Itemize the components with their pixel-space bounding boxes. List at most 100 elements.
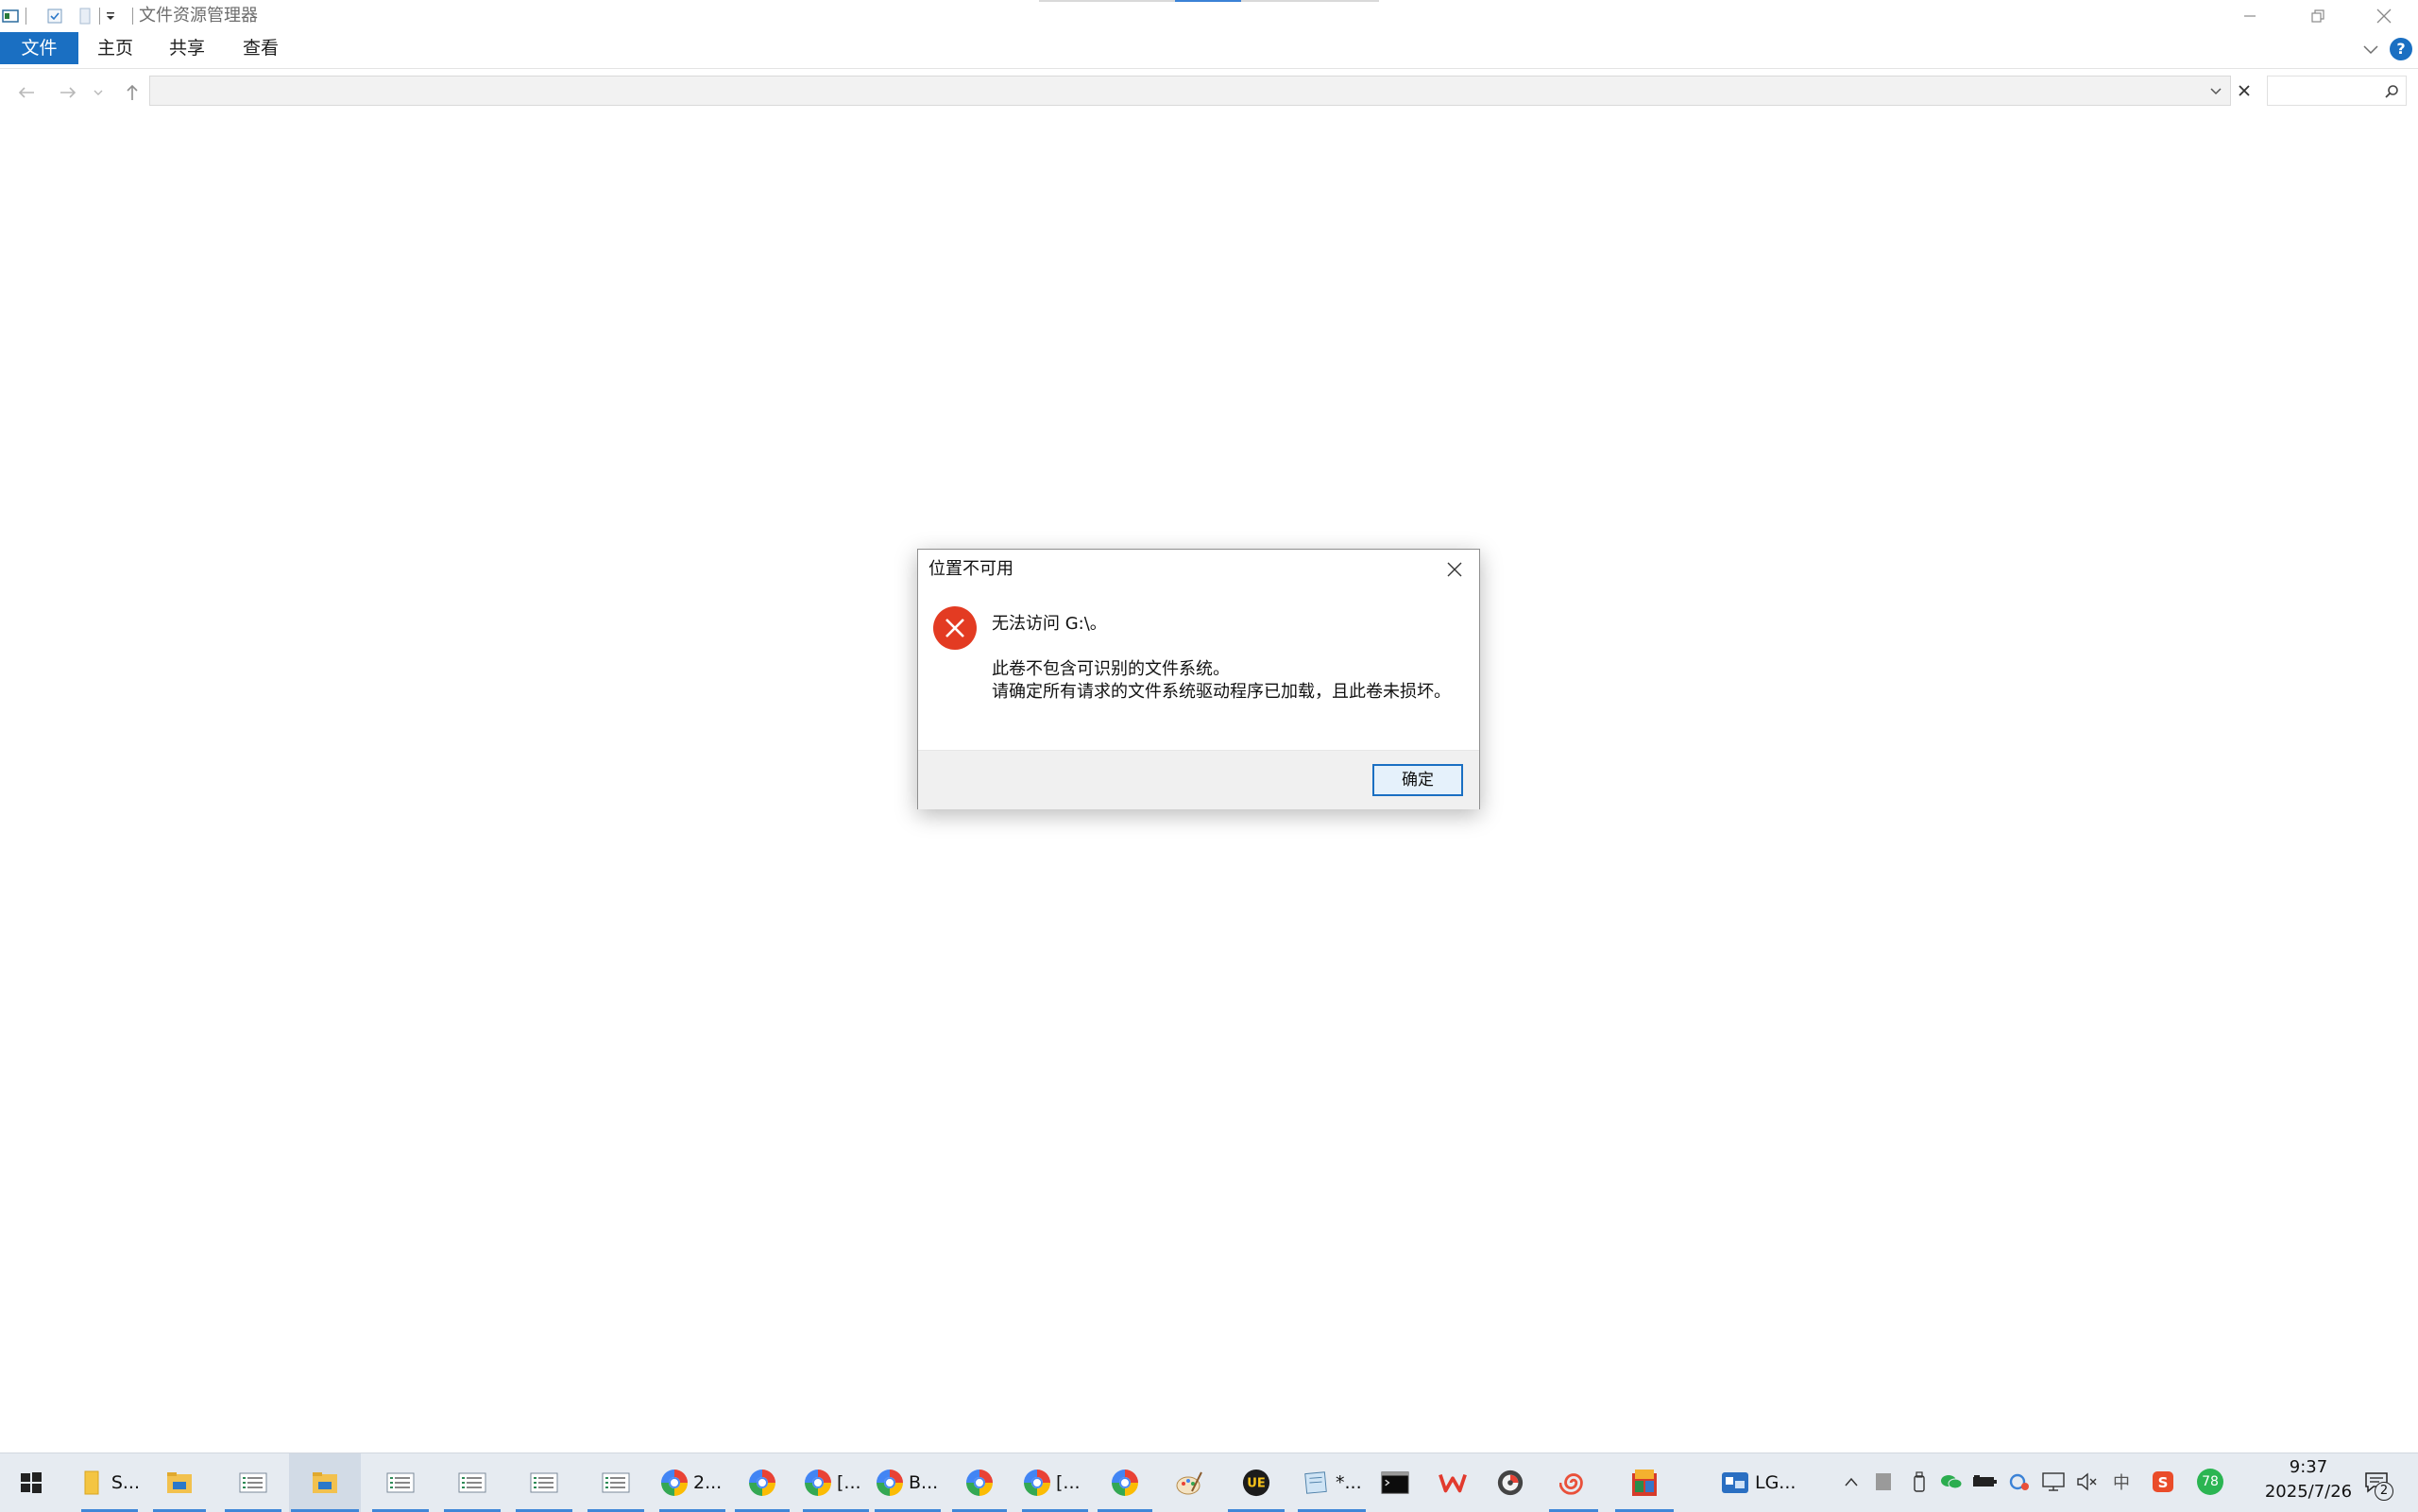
window-title: 文件资源管理器 [139, 6, 258, 25]
usb-drive-icon[interactable] [1906, 1469, 1933, 1495]
disk-tool-icon [1496, 1469, 1524, 1497]
arrow-up-icon [127, 84, 138, 100]
sogou-input-icon[interactable]: S [2150, 1469, 2176, 1495]
taskbar-item-chrome[interactable] [950, 1453, 1009, 1512]
error-detail-line-1: 此卷不包含可识别的文件系统。 [992, 659, 1230, 679]
taskbar-item-file-explorer[interactable] [151, 1453, 208, 1512]
search-box[interactable] [2267, 76, 2407, 106]
forward-button[interactable] [55, 79, 81, 106]
start-button[interactable] [17, 1453, 55, 1512]
taskbar-item-chrome[interactable]: [... [801, 1453, 871, 1512]
document-list-icon [239, 1469, 267, 1497]
address-bar[interactable] [149, 76, 2231, 106]
notification-count-badge: 2 [2375, 1482, 2393, 1501]
file-explorer-icon [165, 1469, 194, 1497]
tray-app-icon[interactable] [1870, 1469, 1897, 1495]
title-bar: 文件资源管理器 [0, 0, 2418, 32]
taskbar: S... 2... [... B... [... UE *... LG... 中… [0, 1453, 2418, 1512]
taskbar-item-disk-tool[interactable] [1487, 1453, 1534, 1512]
taskbar-item-document[interactable] [586, 1453, 646, 1512]
search-icon[interactable] [2381, 81, 2402, 102]
ime-label: 中 [2113, 1473, 2130, 1493]
show-hidden-icons-button[interactable] [1838, 1469, 1865, 1495]
ok-button[interactable]: 确定 [1372, 764, 1463, 796]
recent-locations-button[interactable] [91, 79, 106, 106]
address-history-button[interactable] [2205, 81, 2226, 102]
minimize-button[interactable] [2216, 0, 2284, 32]
security-app-icon[interactable]: 78 [2197, 1469, 2223, 1495]
ultraedit-icon: UE [1242, 1469, 1270, 1497]
taskbar-item-file-explorer-active[interactable] [289, 1453, 361, 1512]
sync-cloud-icon[interactable] [2006, 1469, 2033, 1495]
battery-icon[interactable] [1972, 1469, 1999, 1495]
close-icon [2239, 85, 2250, 96]
taskbar-item-chrome[interactable]: B... [873, 1453, 943, 1512]
up-button[interactable] [119, 79, 145, 106]
app-window-icon[interactable] [0, 6, 21, 26]
ribbon: 文件 主页 共享 查看 ? [0, 32, 2418, 69]
chevron-down-icon [2363, 45, 2378, 55]
taskbar-item-chrome[interactable]: [... [1020, 1453, 1090, 1512]
help-button[interactable]: ? [2390, 38, 2412, 60]
expand-ribbon-button[interactable] [2359, 38, 2382, 60]
taskbar-item-chrome[interactable] [733, 1453, 792, 1512]
tab-home[interactable]: 主页 [79, 32, 151, 64]
taskbar-item-document[interactable] [442, 1453, 502, 1512]
wechat-icon[interactable] [1938, 1469, 1965, 1495]
arrow-right-icon [60, 87, 77, 98]
restore-icon [2311, 9, 2324, 23]
close-icon [2376, 8, 2392, 24]
tab-view[interactable]: 查看 [223, 32, 298, 64]
taskbar-item-document[interactable] [370, 1453, 431, 1512]
paint-icon [1175, 1469, 1203, 1497]
chrome-icon [877, 1470, 903, 1496]
document-list-icon [602, 1469, 630, 1497]
taskbar-item-label: LG... [1755, 1472, 1796, 1493]
taskbar-item-chrome[interactable]: 2... [657, 1453, 727, 1512]
clock-date[interactable]: 2025/7/26 [2242, 1482, 2375, 1502]
taskbar-item-notepad[interactable]: *... [1296, 1453, 1368, 1512]
customize-toolbar-icon[interactable] [100, 6, 121, 26]
address-clear-button[interactable] [2233, 79, 2256, 102]
taskbar-item-ultraedit[interactable]: UE [1226, 1453, 1286, 1512]
taskbar-item-wps[interactable] [1430, 1453, 1475, 1512]
taskbar-item-hjc-app[interactable] [1613, 1453, 1676, 1512]
network-icon[interactable] [2040, 1469, 2067, 1495]
new-folder-icon[interactable] [75, 6, 95, 26]
dialog-close-button[interactable] [1438, 553, 1472, 586]
taskbar-item-document[interactable] [223, 1453, 283, 1512]
hjc-app-icon [1630, 1469, 1659, 1497]
document-list-icon [530, 1469, 558, 1497]
restore-button[interactable] [2284, 0, 2352, 32]
taskbar-item-paint[interactable] [1166, 1453, 1213, 1512]
properties-icon[interactable] [44, 6, 65, 26]
wps-icon [1439, 1469, 1467, 1497]
chrome-icon [661, 1470, 688, 1496]
search-input[interactable] [2272, 78, 2379, 103]
error-message: 无法访问 G:\。 [992, 614, 1107, 634]
taskbar-item-terminal[interactable] [1371, 1453, 1419, 1512]
taskbar-item-label: [... [837, 1472, 861, 1493]
taskbar-item-chrome[interactable] [1096, 1453, 1154, 1512]
close-window-button[interactable] [2350, 0, 2418, 32]
error-icon [933, 606, 977, 650]
clock-time[interactable]: 9:37 [2267, 1457, 2350, 1477]
tab-strip-active-indicator [1175, 0, 1241, 2]
tab-share[interactable]: 共享 [151, 32, 223, 64]
taskbar-item-label: 2... [693, 1472, 723, 1493]
arrow-left-icon [18, 87, 34, 98]
security-badge: 78 [2197, 1469, 2223, 1495]
title-separator [132, 8, 133, 25]
chevron-up-icon [1845, 1477, 1858, 1487]
taskbar-item-folder[interactable]: S... [79, 1453, 140, 1512]
volume-muted-icon[interactable] [2074, 1469, 2101, 1495]
terminal-icon [1381, 1469, 1409, 1497]
taskbar-item-spiral-app[interactable] [1547, 1453, 1600, 1512]
chrome-icon [966, 1470, 993, 1496]
ime-indicator[interactable]: 中 [2108, 1469, 2135, 1495]
back-button[interactable] [13, 79, 40, 106]
tab-file[interactable]: 文件 [0, 32, 78, 64]
taskbar-item-document[interactable] [514, 1453, 574, 1512]
close-icon [1447, 562, 1462, 577]
taskbar-item-lg-app[interactable]: LG... [1717, 1453, 1806, 1512]
